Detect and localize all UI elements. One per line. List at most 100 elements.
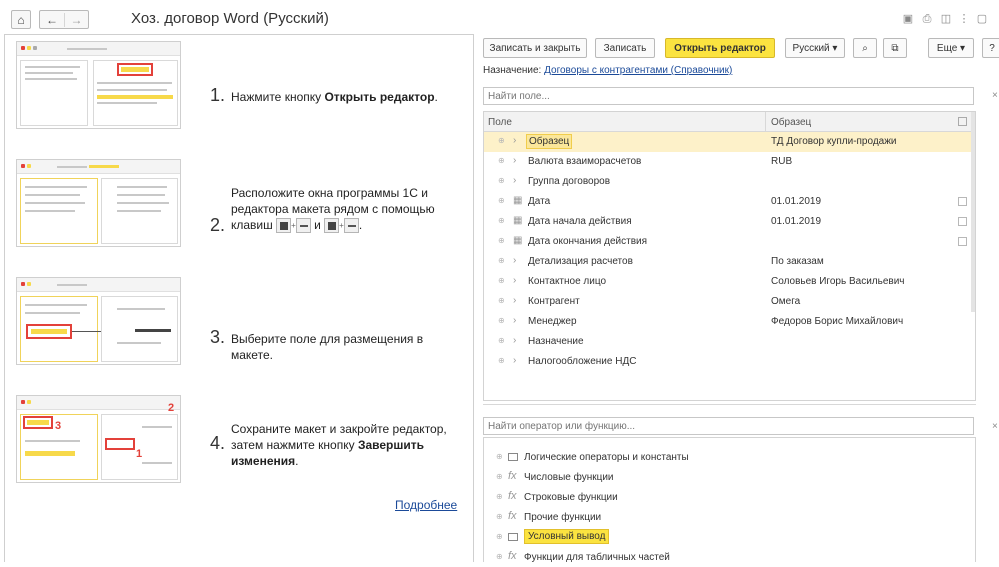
open-editor-button[interactable]: Открыть редактор (665, 38, 775, 58)
date-picker-icon[interactable] (958, 217, 967, 226)
operator-name: Строковые функции (524, 492, 618, 503)
expand-icon[interactable]: ⊕ (498, 296, 505, 305)
more-actions-button[interactable]: Еще ▾ (928, 38, 974, 58)
chevron-right-icon: › (513, 175, 517, 186)
expand-icon[interactable]: ⊕ (498, 336, 505, 345)
window-title: Хоз. договор Word (Русский) (131, 10, 329, 27)
expand-icon[interactable]: ⊕ (498, 156, 505, 165)
chevron-down-icon: ▾ (832, 42, 838, 54)
expand-icon[interactable]: ⊕ (498, 136, 505, 145)
calendar-icon: ▦ (513, 235, 523, 246)
column-header-field[interactable]: Поле (488, 117, 512, 128)
more-details-link[interactable]: Подробнее (395, 498, 457, 512)
list-item[interactable]: ⊕ fx Строковые функции (484, 487, 975, 507)
expand-icon[interactable]: ⊕ (498, 176, 505, 185)
search-text-button[interactable]: ⌕ (853, 38, 877, 58)
column-header-sample[interactable]: Образец (771, 117, 811, 128)
step-3-illustration (16, 277, 181, 365)
list-item[interactable]: ⊕ fx Функции для табличных частей (484, 547, 975, 567)
chevron-right-icon: › (513, 315, 517, 326)
scrollbar[interactable] (971, 112, 975, 312)
list-item[interactable]: ⊕ fx Прочие функции (484, 507, 975, 527)
table-row[interactable]: ⊕ › Группа договоров (484, 172, 975, 192)
chevron-right-icon: › (513, 275, 517, 286)
home-icon: ⌂ (17, 12, 25, 27)
function-icon: fx (508, 490, 517, 502)
print-icon[interactable]: ⎙ (921, 13, 933, 25)
expand-icon[interactable]: ⊕ (498, 216, 505, 225)
save-and-close-button[interactable]: Записать и закрыть (483, 38, 587, 58)
forward-button[interactable]: → (63, 12, 88, 27)
save-icon[interactable]: ▣ (902, 13, 914, 25)
table-header: Поле Образец (484, 112, 975, 132)
assignment-row: Назначение: Договоры с контрагентами (Сп… (483, 65, 732, 76)
expand-icon[interactable]: ⊕ (496, 492, 503, 501)
more-label: Еще (936, 42, 958, 54)
operator-name: Прочие функции (524, 512, 602, 523)
help-button[interactable]: ? (982, 38, 999, 58)
table-row[interactable]: ⊕ › Валюта взаиморасчетов RUB (484, 152, 975, 172)
expand-icon[interactable]: ⊕ (496, 452, 503, 461)
list-item[interactable]: ⊕ Условный вывод (484, 527, 975, 547)
expand-icon[interactable]: ⊕ (496, 532, 503, 541)
field-name: Контактное лицо (528, 276, 607, 287)
table-row[interactable]: ⊕ › Детализация расчетов По заказам (484, 252, 975, 272)
table-row[interactable]: ⊕ › Контактное лицо Соловьев Игорь Васильев… (484, 272, 975, 292)
function-icon: fx (508, 510, 517, 522)
chevron-right-icon: › (513, 355, 517, 366)
table-row[interactable]: ⊕ › Образец ТД Договор купли-продажи (484, 132, 975, 152)
folder-icon (508, 533, 518, 541)
save-button[interactable]: Записать (595, 38, 655, 58)
field-name: Назначение (528, 336, 584, 347)
field-sample-value: По заказам (771, 256, 824, 267)
expand-icon[interactable]: ⊕ (498, 316, 505, 325)
panel-divider[interactable] (483, 404, 976, 405)
assignment-link[interactable]: Договоры с контрагентами (Справочник) (544, 65, 732, 76)
clear-operator-search-icon[interactable]: × (992, 421, 998, 432)
instruction-step-4: 3 2 1 4. Сохраните макет и закройте реда… (5, 389, 475, 489)
expand-icon[interactable]: ⊕ (498, 276, 505, 285)
expand-icon[interactable]: ⊕ (496, 552, 503, 561)
instruction-step-3: 3. Выберите поле для размещения в макете… (5, 271, 475, 371)
close-icon[interactable]: ▢ (976, 13, 988, 25)
field-sample-value: 01.01.2019 (771, 216, 822, 227)
table-row[interactable]: ⊕ › Контрагент Омега (484, 292, 975, 312)
table-row[interactable]: ⊕ › Налогообложение НДС (484, 352, 975, 372)
expand-icon[interactable]: ⊕ (498, 196, 505, 205)
arrow-right-key-icon (343, 218, 359, 234)
operator-name: Логические операторы и константы (524, 452, 689, 463)
operator-search-input[interactable] (483, 417, 974, 435)
more-menu-icon[interactable]: ⋮ (958, 13, 970, 25)
field-search-input[interactable] (483, 87, 974, 105)
date-picker-icon[interactable] (958, 237, 967, 246)
step-number: 1. (210, 85, 226, 105)
table-row[interactable]: ⊕ › Менеджер Федоров Борис Михайлович (484, 312, 975, 332)
field-sample-value: Соловьев Игорь Васильевич (771, 276, 905, 287)
step-number: 4. (210, 433, 226, 453)
step-number: 2. (210, 215, 226, 235)
clear-field-search-icon[interactable]: × (992, 90, 998, 101)
list-item[interactable]: ⊕ fx Числовые функции (484, 467, 975, 487)
instruction-step-2: 2. Расположите окна программы 1С и редак… (5, 153, 475, 253)
field-name: Контрагент (528, 296, 580, 307)
expand-icon[interactable]: ⊕ (498, 256, 505, 265)
home-button[interactable]: ⌂ (11, 10, 31, 29)
field-name: Дата начала действия (528, 216, 632, 227)
list-item[interactable]: ⊕ Логические операторы и константы (484, 447, 975, 467)
navigation-buttons: ← → (39, 10, 89, 29)
expand-icon[interactable]: ⊕ (496, 512, 503, 521)
date-picker-icon[interactable] (958, 197, 967, 206)
language-select[interactable]: Русский ▾ (785, 38, 845, 58)
column-settings-icon[interactable] (958, 117, 967, 126)
expand-icon[interactable]: ⊕ (498, 356, 505, 365)
field-name: Дата окончания действия (528, 236, 648, 247)
expand-icon[interactable]: ⊕ (496, 472, 503, 481)
table-row[interactable]: ⊕ ▦ Дата начала действия 01.01.2019 (484, 212, 975, 232)
table-row[interactable]: ⊕ › Назначение (484, 332, 975, 352)
copy-button[interactable]: ⧉ (883, 38, 907, 58)
table-row[interactable]: ⊕ ▦ Дата 01.01.2019 (484, 192, 975, 212)
table-row[interactable]: ⊕ ▦ Дата окончания действия (484, 232, 975, 252)
preview-icon[interactable]: ◫ (940, 13, 952, 25)
expand-icon[interactable]: ⊕ (498, 236, 505, 245)
back-button[interactable]: ← (40, 13, 64, 27)
